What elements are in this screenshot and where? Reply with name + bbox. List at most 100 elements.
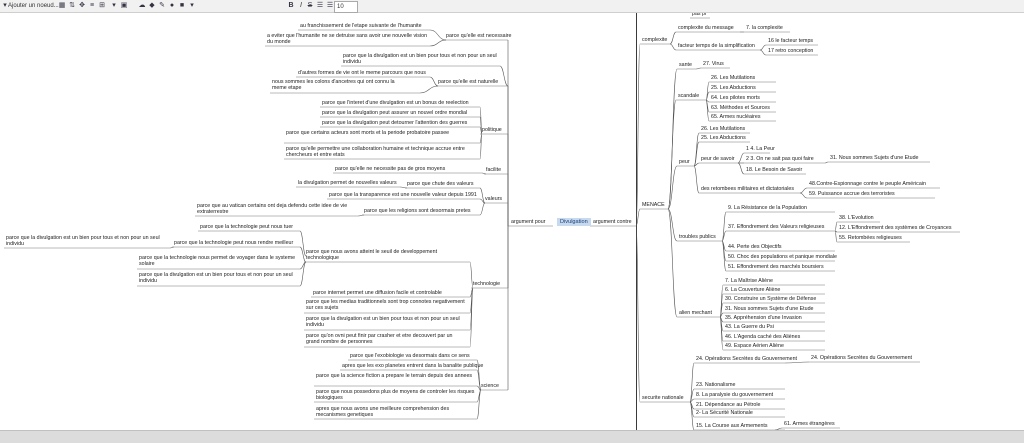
value-node[interactable]: parce que chute des valeurs [407, 181, 474, 187]
leaf-node[interactable]: 25. Les Abductions [711, 85, 756, 91]
leaf-node[interactable]: parce qu'on ovni peut finir par crasher … [306, 333, 466, 346]
leaf-node[interactable]: facteur temps de la simplification [678, 43, 755, 49]
left-branch-node[interactable]: valeurs [485, 196, 502, 202]
leaf-node[interactable]: complexite du message [678, 25, 734, 31]
leaf-node[interactable]: 9. La Résistance de la Population [728, 205, 807, 211]
leaf-node[interactable]: 27. Virus [703, 61, 724, 67]
down-arrow-icon[interactable]: ▾ [110, 2, 118, 10]
chart-icon[interactable]: ▦ [58, 2, 66, 10]
leaf-node[interactable]: parce que l'interet d'une divulgation es… [322, 100, 469, 106]
leaf-node[interactable]: 24. Opérations Secrètes du Gouvernement [811, 355, 912, 361]
leaf-node[interactable]: 48.Contre-Espionnage contre le peuple Am… [809, 181, 926, 187]
left-branch-node[interactable]: politique [482, 127, 502, 133]
italic-button[interactable]: I [297, 2, 305, 10]
leaf-node[interactable]: 21. Dépendance au Pétrole [696, 402, 761, 408]
color-icon[interactable]: ● [168, 2, 176, 10]
leaf-node[interactable]: 44. Perte des Objectifs [728, 244, 782, 250]
cloud-icon[interactable]: ☁ [138, 2, 146, 10]
move-icon[interactable]: ✥ [78, 2, 86, 10]
leaf-node[interactable]: parce que la divulgation peut detourner … [322, 120, 467, 126]
leaf-node[interactable]: parce qu'elle permettre une collaboratio… [286, 146, 481, 159]
root-node[interactable]: Divulgation [557, 218, 591, 227]
leaf-node[interactable]: 37. Effondrement des Valeurs religieuses [728, 224, 824, 230]
mindmap-canvas[interactable]: Divulgation argument pour argument contre p… [0, 13, 1024, 430]
branch-argument-pour[interactable]: argument pour [511, 219, 545, 225]
leaf-node[interactable]: 15. La Course aux Armements [696, 423, 768, 429]
leaf-node[interactable]: parce que la technologie peut nous tuer [200, 224, 293, 230]
bold-button[interactable]: B [287, 2, 295, 10]
leaf-node[interactable]: parce que la divulgation peut assurer un… [322, 110, 467, 116]
font-size-select[interactable]: 10 [334, 1, 358, 13]
leaf-node[interactable]: 2- La Sécurité Nationale [696, 410, 753, 416]
leaf-node[interactable]: a eviter que l'humanite ne se detruise s… [267, 33, 432, 46]
category-node[interactable]: peur [679, 159, 690, 165]
strike-button[interactable]: S [306, 2, 314, 10]
leaf-node[interactable]: parce qu'elle ne necessite pas de gros m… [335, 166, 445, 172]
leaf-node[interactable]: apres que les exo planetes entrent dans … [342, 363, 483, 369]
value-node[interactable]: parce que les religions sont desormais p… [364, 208, 471, 214]
leaf-node[interactable]: 6. La Couverture Aliène [725, 287, 780, 293]
leaf-node[interactable]: 17 retro conception [768, 48, 813, 54]
left-branch-node[interactable]: parce qu'elle est necessaire [446, 33, 512, 39]
leaf-node[interactable]: 26. Les Mutilations [711, 75, 755, 81]
leaf-node[interactable]: parce que au vatican certains ont deja d… [197, 203, 357, 216]
tree-icon[interactable]: ⊞ [98, 2, 106, 10]
leaf-node[interactable]: apres que nous avons une meilleure compr… [316, 406, 476, 419]
category-node[interactable]: troubles publics [679, 234, 716, 240]
leaf-node[interactable]: parce que la divulgation est un bien pou… [139, 272, 299, 285]
leaf-node[interactable]: 23. Nationalisme [696, 382, 735, 388]
align-center-icon[interactable]: ☰ [326, 2, 334, 10]
paint-icon[interactable]: ✎ [158, 2, 166, 10]
leaf-node[interactable]: 49. Espace Aérien Aliène [725, 343, 784, 349]
category-node[interactable]: complexite [642, 37, 667, 43]
chevron-down-icon[interactable]: ▾ [188, 2, 196, 10]
leaf-node[interactable]: nous sommes les colons d'ancetres qui on… [272, 79, 402, 92]
branch-argument-contre[interactable]: argument contre [593, 219, 632, 225]
category-node[interactable]: MENACE [642, 202, 665, 208]
shape-icon[interactable]: ◆ [148, 2, 156, 10]
leaf-node[interactable]: 35. Appréhension d'une Invasion [725, 315, 802, 321]
leaf-node[interactable]: 64. Les pilotes morts [711, 95, 760, 101]
leaf-node[interactable]: 7. La Maîtrise Aliène [725, 278, 773, 284]
leaf-node[interactable]: d'autres formes de vie ont le meme parco… [298, 70, 426, 76]
left-branch-node[interactable]: science [481, 383, 499, 389]
leaf-node[interactable]: 25. Les Abductions [701, 135, 746, 141]
category-node[interactable]: peur de savoir [701, 156, 735, 162]
left-branch-node[interactable]: technologie [473, 281, 500, 287]
leaf-node[interactable]: 7. la complexite [746, 25, 783, 31]
leaf-node[interactable]: 30. Construire un Système de Défense [725, 296, 816, 302]
layout-icon[interactable]: ≡ [88, 2, 96, 10]
fill-icon[interactable]: ■ [178, 2, 186, 10]
image-icon[interactable]: ▣ [120, 2, 128, 10]
add-node-combo[interactable]: Ajouter un noeud... [8, 1, 59, 11]
category-node[interactable]: securite nationale [642, 395, 684, 401]
leaf-node[interactable]: parce que les medias traditionnels sont … [306, 299, 466, 312]
leaf-node[interactable]: 31. Nous sommes Sujets d'une Etude [830, 155, 918, 161]
leaf-node[interactable]: 2 3. On ne sait pas quoi faire [746, 156, 814, 162]
leaf-node[interactable]: 18. Le Besoin de Savoir [746, 167, 802, 173]
leaf-node[interactable]: 51. Effondrement des marchés boursiers [728, 264, 824, 270]
leaf-node[interactable]: 8. La paralysie du gouvernement [696, 392, 773, 398]
left-branch-node[interactable]: facilite [486, 167, 501, 173]
leaf-node[interactable]: 59. Puissance accrue des terroristes [809, 191, 895, 197]
leaf-node[interactable]: parce que la divulgation est un bien pou… [306, 316, 466, 329]
leaf-node[interactable]: parce que l'exobiologie va desormais dan… [350, 353, 470, 359]
category-node[interactable]: sante [679, 62, 692, 68]
category-node[interactable]: scandale [678, 93, 699, 99]
leaf-node[interactable]: parce que la technologie peut nous rendr… [174, 240, 293, 246]
leaf-node[interactable]: parce que la science fiction a prepare l… [316, 373, 476, 379]
leaf-node[interactable]: parce que certains acteurs sont morts et… [286, 130, 481, 136]
leaf-node[interactable]: 46. L'Agenda caché des Aliènes [725, 334, 800, 340]
leaf-node[interactable]: 38. L'Evolution [839, 215, 874, 221]
leaf-node[interactable]: 16 le facteur temps [768, 38, 813, 44]
leaf-node[interactable]: parce que nous possedons plus de moyens … [316, 389, 476, 402]
leaf-node[interactable]: parce que la transparence est une nouvel… [329, 192, 477, 198]
leaf-node[interactable]: la divulgation permet de nouvelles valeu… [298, 180, 397, 186]
align-left-icon[interactable]: ☰ [316, 2, 324, 10]
leaf-node[interactable]: 1 4. La Peur [746, 146, 775, 152]
leaf-node[interactable]: parce internet permet une diffusion faci… [313, 290, 442, 296]
leaf-node[interactable]: 63. Méthodes et Sources [711, 105, 770, 111]
leaf-node[interactable]: 31. Nous sommes Sujets d'une Etude [725, 306, 813, 312]
category-node[interactable]: alien mechant [679, 310, 712, 316]
leaf-node[interactable]: parce que la divulgation est un bien pou… [6, 235, 166, 248]
